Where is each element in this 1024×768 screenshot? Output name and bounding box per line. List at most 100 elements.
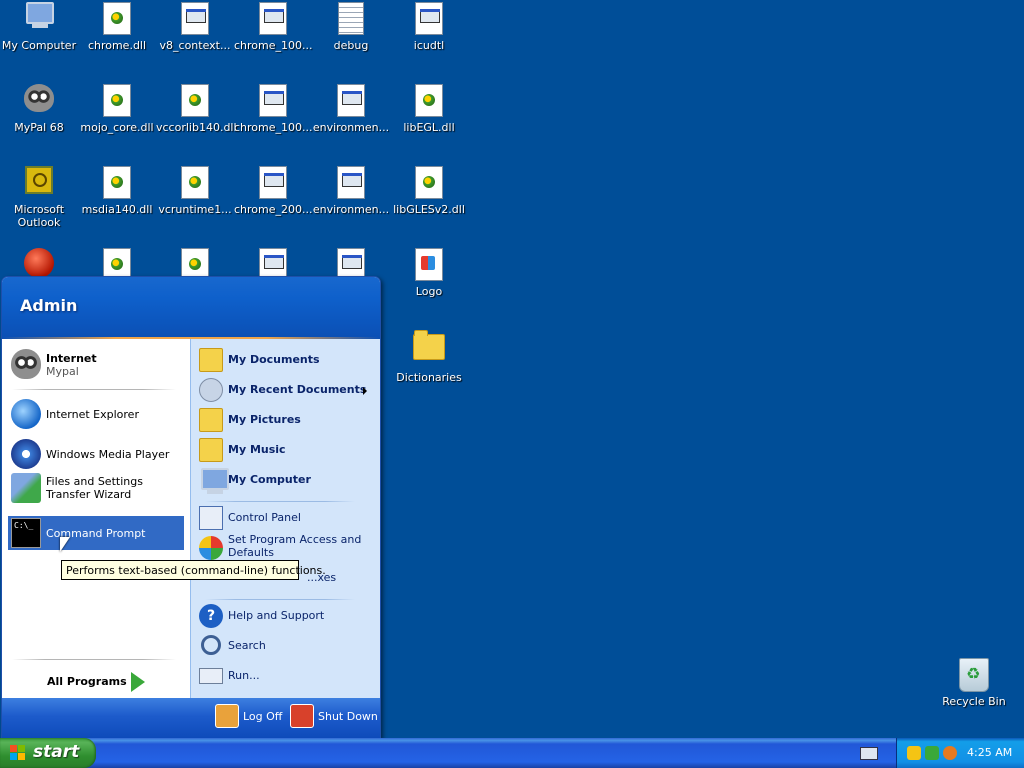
menu-item-control-panel[interactable]: Control Panel [197, 505, 375, 531]
recent-documents-icon [199, 378, 223, 402]
folder-icon [413, 330, 445, 360]
menu-divider [12, 389, 176, 390]
system-tray: 4:25 AM [896, 738, 1024, 768]
all-programs-button[interactable]: All Programs [8, 667, 184, 697]
media-player-icon [11, 439, 41, 469]
raccoon-icon [11, 349, 41, 379]
window-file-icon [259, 166, 287, 199]
red-ball-icon [24, 248, 54, 278]
start-menu-header: Admin [2, 277, 380, 339]
image-file-icon [415, 248, 443, 281]
menu-item-internet[interactable]: Internet Mypal [8, 347, 184, 381]
desktop-icon-chrome-dll[interactable]: chrome.dll [78, 2, 156, 52]
desktop-icon-msdia[interactable]: msdia140.dll [78, 166, 156, 216]
network-icon[interactable] [925, 746, 939, 760]
window-file-icon [259, 2, 287, 35]
log-off-button[interactable]: Log Off [215, 704, 285, 730]
menu-item-windows-media-player[interactable]: Windows Media Player [8, 437, 184, 471]
menu-item-files-settings-transfer[interactable]: Files and Settings Transfer Wizard [8, 471, 184, 511]
start-menu-right-pane: My Documents My Recent Documents My Pict… [190, 339, 380, 698]
desktop-icon-chrome-100-a[interactable]: chrome_100... [234, 2, 313, 52]
desktop-icon-logo[interactable]: Logo [390, 248, 468, 298]
mouse-cursor-icon [60, 537, 70, 552]
desktop-icon-v8-context[interactable]: v8_context... [156, 2, 234, 52]
key-icon [215, 704, 239, 728]
command-prompt-icon: C:\_ [11, 518, 41, 548]
desktop-icon-vccorlib[interactable]: vccorlib140.dll [156, 84, 237, 134]
dll-file-icon [103, 166, 131, 199]
menu-item-internet-explorer[interactable]: Internet Explorer [8, 397, 184, 431]
keyboard-icon[interactable] [860, 747, 878, 760]
start-menu: Admin Internet Mypal Internet Explorer W… [1, 276, 381, 739]
green-arrow-icon [131, 672, 145, 692]
dll-file-icon [415, 84, 443, 117]
desktop-icon-vcruntime[interactable]: vcruntime1... [156, 166, 234, 216]
clock[interactable]: 4:25 AM [967, 746, 1012, 759]
power-icon [290, 704, 314, 728]
window-file-icon [415, 2, 443, 35]
raccoon-icon [24, 84, 54, 112]
desktop-icon-recycle-bin[interactable]: Recycle Bin [935, 658, 1013, 708]
desktop-icon-libglesv2[interactable]: libGLESv2.dll [390, 166, 468, 216]
recycle-bin-icon [959, 658, 989, 692]
menu-item-my-music[interactable]: My Music [197, 437, 375, 463]
menu-item-search[interactable]: Search [197, 633, 375, 659]
window-file-icon [181, 2, 209, 35]
program-access-icon [199, 536, 223, 560]
control-panel-icon [199, 506, 223, 530]
start-menu-footer: Log Off Shut Down [2, 698, 380, 738]
window-file-icon [337, 84, 365, 117]
dll-file-icon [103, 84, 131, 117]
desktop-icon-chrome-100-b[interactable]: chrome_100... [234, 84, 313, 134]
start-button[interactable]: start [0, 738, 96, 768]
menu-item-help-and-support[interactable]: ? Help and Support [197, 603, 375, 629]
dll-file-icon [103, 2, 131, 35]
menu-item-set-program-access[interactable]: Set Program Access and Defaults [197, 533, 375, 560]
shut-down-button[interactable]: Shut Down [290, 704, 378, 730]
pictures-folder-icon [199, 408, 223, 432]
windows-logo-icon [10, 745, 26, 761]
menu-item-my-documents[interactable]: My Documents [197, 347, 375, 373]
menu-item-run[interactable]: Run... [197, 663, 375, 689]
desktop-icon-outlook[interactable]: Microsoft Outlook [0, 166, 78, 229]
run-icon [199, 668, 223, 684]
desktop-icon-environment-b[interactable]: environmen... [312, 166, 390, 216]
dll-file-icon [415, 166, 443, 199]
dll-file-icon [181, 84, 209, 117]
menu-item-my-pictures[interactable]: My Pictures [197, 407, 375, 433]
window-file-icon [259, 84, 287, 117]
menu-item-my-recent-documents[interactable]: My Recent Documents [197, 377, 375, 403]
desktop-icon-environment-a[interactable]: environmen... [312, 84, 390, 134]
search-tray-icon[interactable] [943, 746, 957, 760]
menu-divider [205, 599, 355, 600]
menu-divider [12, 659, 176, 660]
menu-item-command-prompt[interactable]: C:\_ Command Prompt [8, 516, 184, 550]
desktop-icon-icudtl[interactable]: icudtl [390, 2, 468, 52]
desktop-icon-my-computer[interactable]: My Computer [0, 2, 78, 52]
desktop-icon-debug[interactable]: debug [312, 2, 390, 52]
transfer-wizard-icon [11, 473, 41, 503]
desktop-icon-mypal[interactable]: MyPal 68 [0, 84, 78, 134]
desktop-icon-libegl[interactable]: libEGL.dll [390, 84, 468, 134]
start-label: start [33, 742, 80, 762]
desktop-icon-chrome-200[interactable]: chrome_200... [234, 166, 313, 216]
submenu-arrow-icon [363, 387, 367, 395]
music-folder-icon [199, 438, 223, 462]
outlook-icon [25, 166, 53, 194]
internet-explorer-icon [11, 399, 41, 429]
security-shield-icon[interactable] [907, 746, 921, 760]
menu-divider [205, 501, 355, 502]
start-menu-left-pane: Internet Mypal Internet Explorer Windows… [2, 339, 190, 698]
desktop-icon-mojo-core[interactable]: mojo_core.dll [78, 84, 156, 134]
text-file-icon [338, 2, 364, 35]
window-file-icon [337, 166, 365, 199]
tooltip: Performs text-based (command-line) funct… [61, 560, 326, 580]
desktop-icon-dictionaries[interactable]: Dictionaries [390, 330, 468, 384]
dll-file-icon [181, 166, 209, 199]
search-icon [201, 635, 221, 655]
menu-item-my-computer[interactable]: My Computer [197, 467, 375, 494]
computer-icon [24, 2, 54, 28]
computer-icon [199, 468, 229, 494]
user-name: Admin [20, 296, 78, 315]
taskbar: start 4:25 AM [0, 738, 1024, 768]
